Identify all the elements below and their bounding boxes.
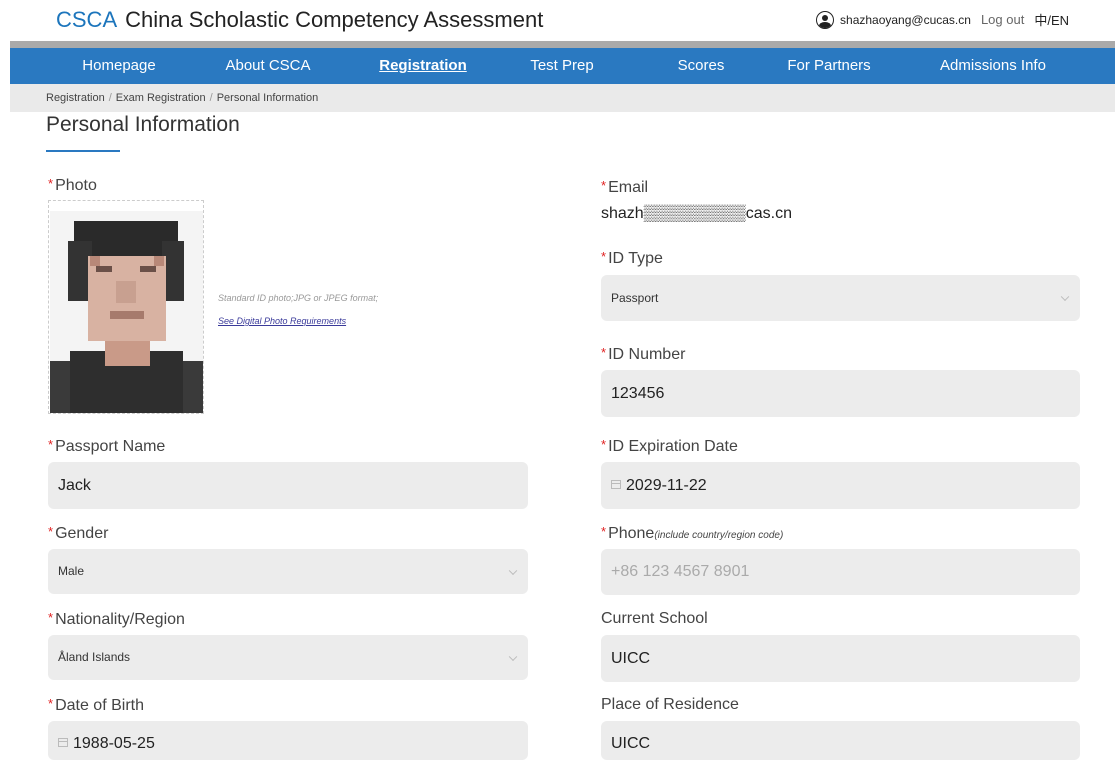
title-underline: [46, 150, 120, 152]
page-title: Personal Information: [46, 113, 240, 136]
calendar-icon: [58, 738, 68, 747]
dob-value-wrap: 1988-05-25: [58, 721, 155, 767]
residence-input[interactable]: UICC: [601, 721, 1080, 760]
nav-test-prep[interactable]: Test Prep: [530, 48, 593, 84]
id-number-label-text: ID Number: [608, 346, 686, 363]
gender-label-text: Gender: [55, 525, 109, 542]
phone-placeholder: +86 123 4567 8901: [611, 563, 750, 580]
id-expiration-value-wrap: 2029-11-22: [611, 462, 707, 509]
nationality-select[interactable]: Åland Islands: [48, 635, 528, 680]
dob-input[interactable]: 1988-05-25: [48, 721, 528, 760]
residence-value: UICC: [611, 735, 651, 752]
required-mark: *: [601, 437, 607, 452]
id-type-value: Passport: [611, 291, 659, 305]
current-school-value: UICC: [611, 650, 651, 667]
current-school-label: Current School: [601, 610, 708, 627]
language-switch[interactable]: 中/EN: [1034, 10, 1069, 29]
residence-label: Place of Residence: [601, 696, 739, 713]
main-nav: Homepage About CSCA Registration Test Pr…: [10, 48, 1115, 84]
photo-label: * Photo: [48, 176, 97, 195]
nav-admissions-info[interactable]: Admissions Info: [940, 48, 1046, 84]
id-expiration-input[interactable]: 2029-11-22: [601, 462, 1080, 509]
breadcrumb-registration[interactable]: Registration: [46, 92, 105, 104]
calendar-icon: [611, 480, 621, 489]
chevron-down-icon: [1060, 292, 1070, 302]
user-area: shazhaoyang@cucas.cn Log out 中/EN: [816, 10, 1069, 29]
passport-name-label-text: Passport Name: [55, 438, 166, 455]
phone-input[interactable]: +86 123 4567 8901: [601, 549, 1080, 595]
nav-homepage[interactable]: Homepage: [82, 48, 155, 84]
id-expiration-label: * ID Expiration Date: [601, 437, 738, 456]
photo-hint: Standard ID photo;JPG or JPEG format;: [218, 293, 379, 303]
email-label-text: Email: [608, 179, 649, 196]
gender-label: * Gender: [48, 524, 108, 543]
gender-value: Male: [58, 564, 85, 578]
user-email[interactable]: shazhaoyang@cucas.cn: [840, 13, 971, 27]
required-mark: *: [601, 345, 607, 360]
breadcrumb-separator: /: [209, 92, 213, 104]
chevron-down-icon: [508, 652, 518, 661]
email-value: shazh▒▒▒▒▒▒▒▒▒cas.cn: [601, 205, 792, 222]
required-mark: *: [48, 176, 54, 191]
email-label: * Email: [601, 178, 648, 197]
nationality-label: * Nationality/Region: [48, 610, 185, 629]
passport-name-label: * Passport Name: [48, 437, 165, 456]
nationality-label-text: Nationality/Region: [55, 611, 185, 628]
current-school-input[interactable]: UICC: [601, 635, 1080, 682]
id-number-input[interactable]: 123456: [601, 370, 1080, 417]
photo-requirements-link[interactable]: See Digital Photo Requirements: [218, 316, 346, 326]
id-type-label-text: ID Type: [608, 250, 663, 267]
id-type-label: * ID Type: [601, 249, 663, 268]
dob-value: 1988-05-25: [73, 735, 155, 752]
breadcrumb: Registration / Exam Registration / Personal …: [46, 92, 318, 104]
breadcrumb-personal-information: Personal Information: [216, 92, 319, 104]
dob-label: * Date of Birth: [48, 696, 144, 715]
required-mark: *: [48, 437, 54, 452]
required-mark: *: [48, 610, 54, 625]
required-mark: *: [601, 524, 607, 539]
photo-upload[interactable]: [48, 200, 204, 414]
required-mark: *: [601, 178, 607, 193]
id-number-label: * ID Number: [601, 345, 685, 364]
chevron-down-icon: [508, 566, 518, 575]
passport-name-value: Jack: [58, 477, 91, 494]
phone-label-text: Phone: [608, 525, 655, 542]
phone-hint: (include country/region code): [654, 530, 784, 541]
dob-label-text: Date of Birth: [55, 697, 144, 714]
photo-label-text: Photo: [55, 177, 97, 194]
nav-for-partners[interactable]: For Partners: [787, 48, 870, 84]
id-number-value: 123456: [611, 385, 665, 402]
required-mark: *: [601, 249, 607, 264]
id-expiration-label-text: ID Expiration Date: [608, 438, 738, 455]
applicant-photo: [50, 211, 203, 413]
nav-scores[interactable]: Scores: [678, 48, 725, 84]
user-avatar-icon[interactable]: [816, 10, 835, 29]
csca-logo: CSCA: [56, 7, 118, 32]
id-type-select[interactable]: Passport: [601, 275, 1080, 321]
nav-about-csca[interactable]: About CSCA: [225, 48, 310, 84]
gender-select[interactable]: Male: [48, 549, 528, 594]
nav-top-strip: [10, 41, 1115, 48]
passport-name-input[interactable]: Jack: [48, 462, 528, 509]
breadcrumb-separator: /: [108, 92, 112, 104]
required-mark: *: [48, 524, 54, 539]
top-header: CSCA China Scholastic Competency Assessme…: [0, 0, 1115, 40]
phone-label: * Phone(include country/region code): [601, 524, 783, 543]
nationality-value: Åland Islands: [58, 650, 131, 664]
site-brand[interactable]: CSCA China Scholastic Competency Assessme…: [56, 7, 543, 33]
site-name: China Scholastic Competency Assessment: [125, 7, 544, 32]
id-expiration-value: 2029-11-22: [626, 477, 707, 494]
breadcrumb-bar: Registration / Exam Registration / Personal …: [10, 84, 1115, 112]
required-mark: *: [48, 696, 54, 711]
logout-link[interactable]: Log out: [981, 12, 1024, 27]
nav-registration[interactable]: Registration: [379, 48, 467, 84]
breadcrumb-exam-registration[interactable]: Exam Registration: [116, 92, 206, 104]
